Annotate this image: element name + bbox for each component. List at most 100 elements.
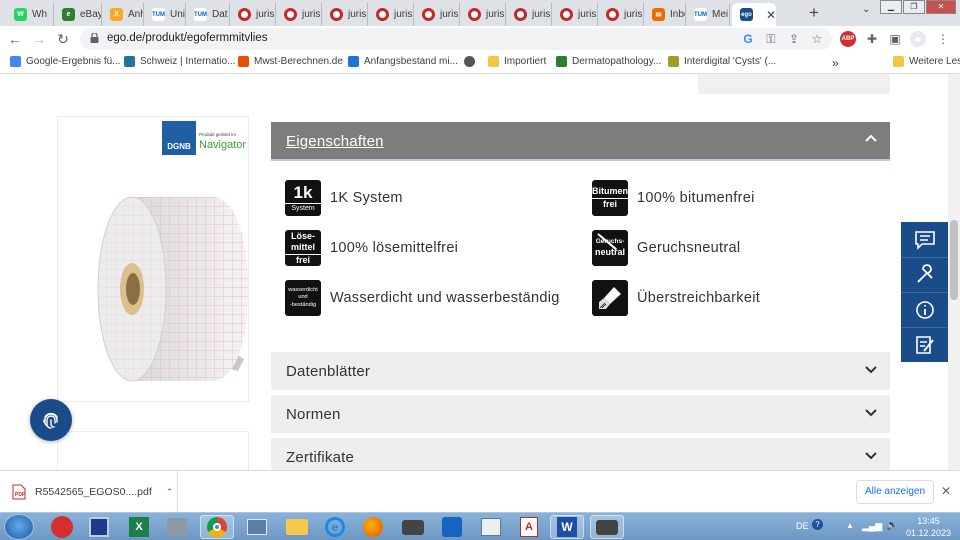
tray-arrow-icon[interactable]: ▲ — [846, 521, 854, 530]
accordion-datenblaetter[interactable]: Datenblätter — [271, 352, 890, 390]
chat-widget-button[interactable] — [901, 222, 948, 257]
accordion-eigenschaften[interactable]: Eigenschaften — [271, 122, 890, 161]
tab-3[interactable]: X Anh — [102, 3, 144, 26]
wrench-icon — [916, 264, 933, 283]
tab-14[interactable]: juris — [598, 3, 644, 26]
tab-7[interactable]: juris — [276, 3, 322, 26]
info-widget-button[interactable] — [901, 292, 948, 327]
forward-arrow-icon[interactable]: → — [30, 30, 48, 48]
tab-13[interactable]: juris — [552, 3, 598, 26]
restore-button[interactable]: ❐ — [903, 0, 925, 14]
snipping-tool-icon[interactable] — [435, 515, 469, 539]
accordion-zertifikate[interactable]: Zertifikate — [271, 438, 890, 470]
google-lens-icon[interactable]: G — [740, 31, 756, 47]
share-icon[interactable]: ⇪ — [786, 31, 802, 47]
window-controls: ▁ ❐ ✕ — [879, 0, 956, 14]
browser-toolbar: ← → ↻ ego.de/produkt/egofermmitvlies G ⚿… — [0, 26, 960, 52]
remote-desktop-icon[interactable] — [240, 515, 274, 539]
excel-icon[interactable]: X — [122, 515, 156, 539]
chrome-icon[interactable] — [200, 515, 234, 539]
tab-8[interactable]: juris — [322, 3, 368, 26]
other-bookmarks[interactable]: Weitere Lesezeichen — [893, 56, 960, 67]
word-icon[interactable]: W — [550, 515, 584, 539]
chevron-up-icon[interactable]: ⌃ — [166, 487, 174, 498]
tab-9[interactable]: juris — [368, 3, 414, 26]
page-scrollbar[interactable] — [948, 74, 960, 470]
bookmark-item[interactable]: Dermatopathology... — [556, 56, 661, 67]
camera-icon[interactable] — [396, 515, 430, 539]
profile-avatar[interactable]: ● — [910, 31, 926, 47]
save-floppy-icon[interactable] — [82, 515, 116, 539]
download-item[interactable]: PDF R5542565_EGOS0....pdf ⌃ — [12, 471, 178, 513]
bookmark-item[interactable]: Schweiz | Internatio... — [124, 56, 235, 67]
network-signal-icon[interactable]: ▂▄▆ — [862, 521, 882, 532]
menu-dots-icon[interactable]: ⋮ — [935, 31, 951, 47]
tab-search-chevron-icon[interactable]: ⌄ — [862, 4, 870, 15]
bookmark-item[interactable]: Interdigital 'Cysts' (... — [668, 56, 776, 67]
tab-label: Mei — [712, 9, 729, 20]
bookmarks-overflow-button[interactable]: » — [832, 56, 839, 70]
tab-4[interactable]: TUM Uni — [144, 3, 186, 26]
feature-item: Bitumen frei 100% bitumenfrei — [592, 180, 755, 216]
extensions-puzzle-icon[interactable]: ✚ — [864, 31, 880, 47]
tab-15[interactable]: ✉ Inbc — [644, 3, 686, 26]
bookmark-item[interactable]: Importiert — [488, 56, 546, 67]
reload-icon[interactable]: ↻ — [54, 30, 72, 48]
tab-favicon-icon — [560, 8, 573, 21]
camera-app-icon[interactable] — [590, 515, 624, 539]
network-tool-icon[interactable] — [160, 515, 194, 539]
windows-start-button[interactable] — [4, 514, 34, 540]
bookmark-item[interactable]: Anfangsbestand mi... — [348, 56, 458, 67]
tab-active[interactable]: ego ✕ — [732, 3, 776, 26]
close-downloads-icon[interactable]: ✕ — [941, 484, 951, 498]
accordion-normen[interactable]: Normen — [271, 395, 890, 433]
tab-favicon-icon — [422, 8, 435, 21]
bookmark-item[interactable]: Google-Ergebnis fü... — [10, 56, 121, 67]
internet-explorer-icon[interactable]: e — [318, 515, 352, 539]
window-close-button[interactable]: ✕ — [926, 0, 956, 14]
file-explorer-icon[interactable] — [280, 515, 314, 539]
tab-11[interactable]: juris — [460, 3, 506, 26]
side-panel-icon[interactable]: ▣ — [887, 31, 903, 47]
tab-1[interactable]: W Wh — [6, 3, 54, 26]
bookmark-star-icon[interactable]: ☆ — [809, 31, 825, 47]
key-icon[interactable]: ⚿ — [763, 31, 779, 47]
product-thumbnail-card[interactable] — [57, 431, 249, 470]
volume-icon[interactable]: 🔈 — [886, 520, 898, 531]
tab-5[interactable]: TUM Dat — [186, 3, 230, 26]
tools-widget-button[interactable] — [901, 257, 948, 292]
chat-icon — [914, 230, 935, 250]
bookmark-label: Anfangsbestand mi... — [364, 56, 458, 67]
language-indicator[interactable]: DE — [796, 521, 809, 531]
firefox-icon[interactable] — [356, 515, 390, 539]
tab-favicon-icon: ✉ — [652, 8, 665, 21]
help-icon[interactable]: ? — [812, 519, 823, 530]
minimize-button[interactable]: ▁ — [880, 0, 902, 14]
back-arrow-icon[interactable]: ← — [6, 30, 24, 48]
folder-icon — [488, 56, 499, 67]
scrollbar-thumb[interactable] — [950, 220, 958, 300]
tab-close-icon[interactable]: ✕ — [766, 8, 776, 22]
tab-16[interactable]: TUM Mei — [686, 3, 730, 26]
new-tab-button[interactable]: + — [804, 3, 824, 23]
show-all-downloads-button[interactable]: Alle anzeigen — [856, 480, 934, 504]
bookmark-item[interactable]: Mwst-Berechnen.de — [238, 56, 343, 67]
tab-label: Uni — [170, 9, 186, 20]
product-image-card[interactable]: DGNB Produkt gelistet im Navigator — [57, 116, 249, 402]
bookmark-label: Google-Ergebnis fü... — [26, 56, 121, 67]
adblock-icon[interactable]: ABP — [840, 31, 856, 47]
tab-12[interactable]: juris — [506, 3, 552, 26]
address-bar[interactable]: ego.de/produkt/egofermmitvlies G ⚿ ⇪ ☆ — [80, 28, 832, 50]
accordion-title: Zertifikate — [286, 449, 355, 466]
clock[interactable]: 13:45 01.12.2023 — [906, 515, 951, 539]
tab-10[interactable]: juris — [414, 3, 460, 26]
acrobat-icon[interactable]: A — [512, 515, 546, 539]
comfort-app-icon[interactable] — [45, 515, 79, 539]
privacy-settings-button[interactable] — [30, 399, 72, 441]
editor-icon[interactable] — [474, 515, 508, 539]
tab-2[interactable]: e eBay — [54, 3, 102, 26]
bookmark-item[interactable] — [464, 56, 480, 67]
tab-6[interactable]: juris — [230, 3, 276, 26]
info-icon — [915, 301, 934, 319]
feedback-widget-button[interactable] — [901, 327, 948, 362]
